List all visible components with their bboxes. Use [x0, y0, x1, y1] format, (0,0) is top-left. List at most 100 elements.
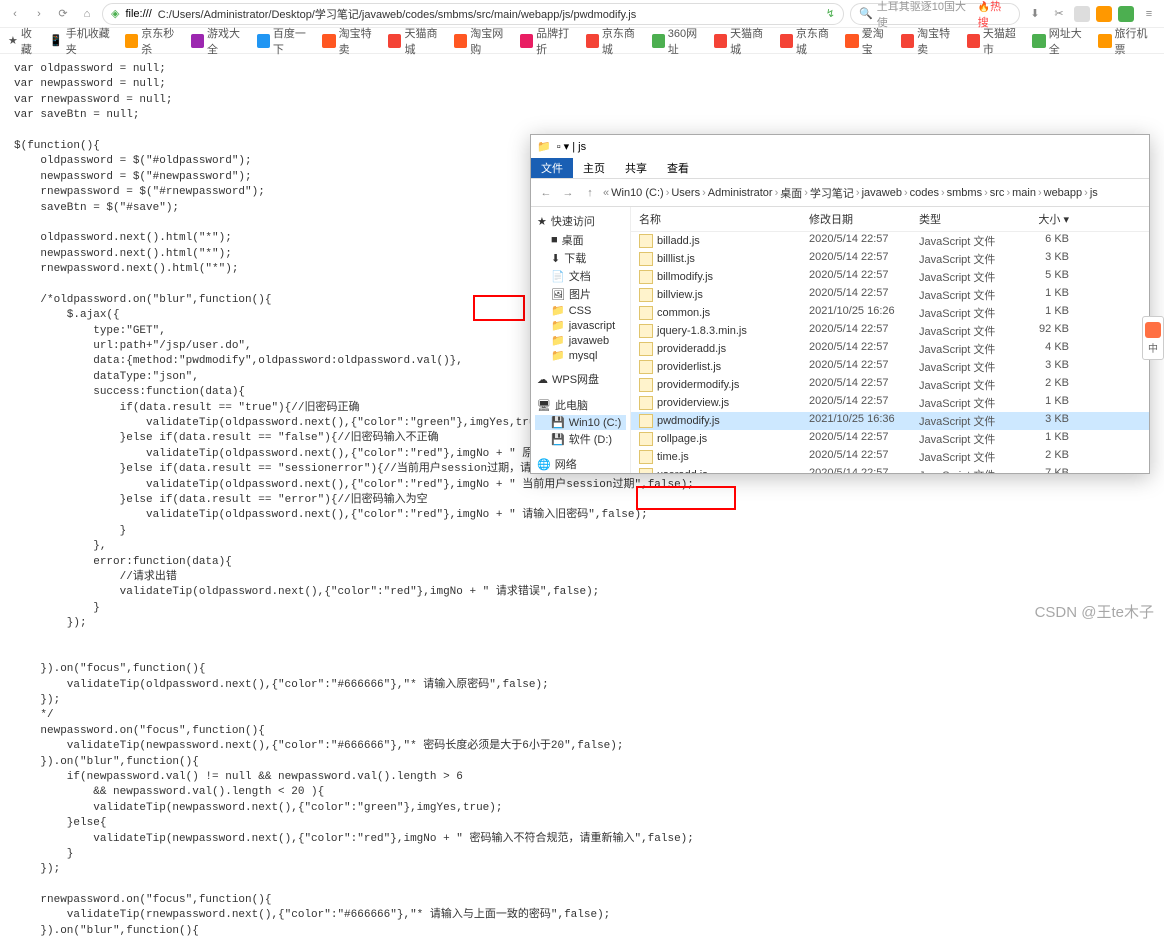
file-row[interactable]: billlist.js2020/5/14 22:57JavaScript 文件3… — [631, 250, 1149, 268]
search-box[interactable]: 🔍 土耳其驱逐10国大使 🔥热搜 — [850, 3, 1020, 25]
bookmark-item[interactable]: 淘宝特卖 — [322, 25, 380, 57]
file-row[interactable]: billview.js2020/5/14 22:57JavaScript 文件1… — [631, 286, 1149, 304]
explorer-up[interactable]: ↑ — [581, 184, 599, 202]
js-file-icon — [639, 360, 653, 374]
col-type[interactable]: 类型 — [919, 211, 1009, 227]
network-header[interactable]: 🌐 网络 — [535, 454, 626, 474]
shield-icon: ◈ — [111, 7, 119, 20]
extension-icons: ⬇ ✂ ≡ — [1026, 5, 1158, 23]
sidebar-pictures[interactable]: 🖼 图片 — [535, 285, 626, 303]
bookmark-item[interactable]: 淘宝网购 — [454, 25, 512, 57]
file-row[interactable]: billadd.js2020/5/14 22:57JavaScript 文件6 … — [631, 232, 1149, 250]
download-icon[interactable]: ⬇ — [1026, 5, 1044, 23]
col-date[interactable]: 修改日期 — [809, 211, 919, 227]
file-row[interactable]: useradd.js2020/5/14 22:57JavaScript 文件7 … — [631, 466, 1149, 473]
sidebar-javascript[interactable]: 📁 javascript — [535, 318, 626, 333]
bookmark-item[interactable]: 品牌打折 — [520, 25, 578, 57]
ime-panel[interactable]: 中 — [1142, 316, 1164, 360]
tab-view[interactable]: 查看 — [657, 158, 699, 178]
file-explorer-window: 📁 ▫ ▾ | js 文件 主页 共享 查看 ← → ↑ « Win10 (C:… — [530, 134, 1150, 474]
bookmark-item[interactable]: 爱淘宝 — [845, 25, 892, 57]
tab-home[interactable]: 主页 — [573, 158, 615, 178]
reload-button[interactable]: ⟳ — [54, 5, 72, 23]
explorer-titlebar[interactable]: 📁 ▫ ▾ | js — [531, 135, 1149, 157]
js-file-icon — [639, 306, 653, 320]
file-row[interactable]: common.js2021/10/25 16:26JavaScript 文件1 … — [631, 304, 1149, 322]
bookmark-item[interactable]: 天猫商城 — [714, 25, 772, 57]
bookmark-item[interactable]: 京东商城 — [780, 25, 838, 57]
url-bar[interactable]: ◈ file:/// C:/Users/Administrator/Deskto… — [102, 3, 844, 25]
sidebar-css[interactable]: 📁 CSS — [535, 303, 626, 318]
breadcrumb-segment[interactable]: Win10 (C:) — [611, 187, 664, 199]
bookmark-item[interactable]: 网址大全 — [1032, 25, 1090, 57]
bookmark-item[interactable]: 📱 手机收藏夹 — [49, 25, 117, 57]
tab-file[interactable]: 文件 — [531, 158, 573, 178]
sidebar-desktop[interactable]: ■ 桌面 — [535, 231, 626, 249]
js-file-icon — [639, 432, 653, 446]
back-button[interactable]: ‹ — [6, 5, 24, 23]
explorer-sidebar: ★ 快速访问 ■ 桌面 ⬇ 下载 📄 文档 🖼 图片 📁 CSS 📁 javas… — [531, 207, 631, 473]
js-file-icon — [639, 414, 653, 428]
breadcrumb-segment[interactable]: main — [1012, 187, 1036, 199]
file-row[interactable]: jquery-1.8.3.min.js2020/5/14 22:57JavaSc… — [631, 322, 1149, 340]
ime-text: 中 — [1148, 340, 1158, 355]
ext-icon-1[interactable] — [1074, 6, 1090, 22]
scissors-icon[interactable]: ✂ — [1050, 5, 1068, 23]
ext-icon-3[interactable] — [1118, 6, 1134, 22]
bookmark-item[interactable]: 旅行机票 — [1098, 25, 1156, 57]
breadcrumb[interactable]: « Win10 (C:) › Users › Administrator › 桌… — [603, 185, 1098, 201]
explorer-back[interactable]: ← — [537, 184, 555, 202]
home-button[interactable]: ⌂ — [78, 5, 96, 23]
breadcrumb-segment[interactable]: smbms — [947, 187, 982, 199]
col-size[interactable]: 大小 ▾ — [1009, 211, 1069, 227]
quick-access-header[interactable]: ★ 快速访问 — [535, 211, 626, 231]
ext-icon-2[interactable] — [1096, 6, 1112, 22]
bookmark-item[interactable]: 360网址 — [652, 25, 706, 57]
sidebar-javaweb[interactable]: 📁 javaweb — [535, 333, 626, 348]
search-icon: 🔍 — [859, 7, 873, 20]
file-row[interactable]: provideradd.js2020/5/14 22:57JavaScript … — [631, 340, 1149, 358]
bookmark-item[interactable]: 京东商城 — [586, 25, 644, 57]
sidebar-drive-c[interactable]: 💾 Win10 (C:) — [535, 415, 626, 430]
folder-icon: 📁 — [537, 140, 551, 153]
watermark: CSDN @王te木子 — [1035, 601, 1154, 622]
explorer-title: ▫ ▾ | js — [557, 140, 586, 153]
column-headers[interactable]: 名称 修改日期 类型 大小 ▾ — [631, 207, 1149, 232]
bookmark-item[interactable]: 游戏大全 — [191, 25, 249, 57]
breadcrumb-segment[interactable]: Users — [671, 187, 700, 199]
bookmark-item[interactable]: 天猫超市 — [967, 25, 1025, 57]
explorer-forward[interactable]: → — [559, 184, 577, 202]
file-row[interactable]: providerview.js2020/5/14 22:57JavaScript… — [631, 394, 1149, 412]
breadcrumb-segment[interactable]: 桌面 — [780, 185, 802, 201]
file-row[interactable]: rollpage.js2020/5/14 22:57JavaScript 文件1… — [631, 430, 1149, 448]
menu-icon[interactable]: ≡ — [1140, 5, 1158, 23]
sidebar-documents[interactable]: 📄 文档 — [535, 267, 626, 285]
sidebar-mysql[interactable]: 📁 mysql — [535, 348, 626, 363]
bookmark-item[interactable]: 天猫商城 — [388, 25, 446, 57]
file-row[interactable]: providermodify.js2020/5/14 22:57JavaScri… — [631, 376, 1149, 394]
breadcrumb-segment[interactable]: javaweb — [862, 187, 902, 199]
wps-header[interactable]: ☁ WPS网盘 — [535, 369, 626, 389]
bookmark-item[interactable]: 百度一下 — [257, 25, 315, 57]
forward-button[interactable]: › — [30, 5, 48, 23]
sidebar-downloads[interactable]: ⬇ 下载 — [535, 249, 626, 267]
file-row[interactable]: pwdmodify.js2021/10/25 16:36JavaScript 文… — [631, 412, 1149, 430]
this-pc-header[interactable]: 🖥 此电脑 — [535, 395, 626, 415]
file-row[interactable]: providerlist.js2020/5/14 22:57JavaScript… — [631, 358, 1149, 376]
breadcrumb-segment[interactable]: 学习笔记 — [810, 185, 854, 201]
file-row[interactable]: time.js2020/5/14 22:57JavaScript 文件2 KB — [631, 448, 1149, 466]
bookmark-item[interactable]: 淘宝特卖 — [901, 25, 959, 57]
file-row[interactable]: billmodify.js2020/5/14 22:57JavaScript 文… — [631, 268, 1149, 286]
breadcrumb-segment[interactable]: Administrator — [708, 187, 773, 199]
sidebar-drive-d[interactable]: 💾 软件 (D:) — [535, 430, 626, 448]
tab-share[interactable]: 共享 — [615, 158, 657, 178]
breadcrumb-segment[interactable]: webapp — [1044, 187, 1083, 199]
breadcrumb-segment[interactable]: codes — [910, 187, 939, 199]
js-file-icon — [639, 396, 653, 410]
js-file-icon — [639, 450, 653, 464]
favorites-icon[interactable]: ★ 收藏 — [8, 25, 41, 57]
bookmark-item[interactable]: 京东秒杀 — [125, 25, 183, 57]
col-name[interactable]: 名称 — [639, 211, 809, 227]
breadcrumb-segment[interactable]: js — [1090, 187, 1098, 199]
breadcrumb-segment[interactable]: src — [990, 187, 1005, 199]
